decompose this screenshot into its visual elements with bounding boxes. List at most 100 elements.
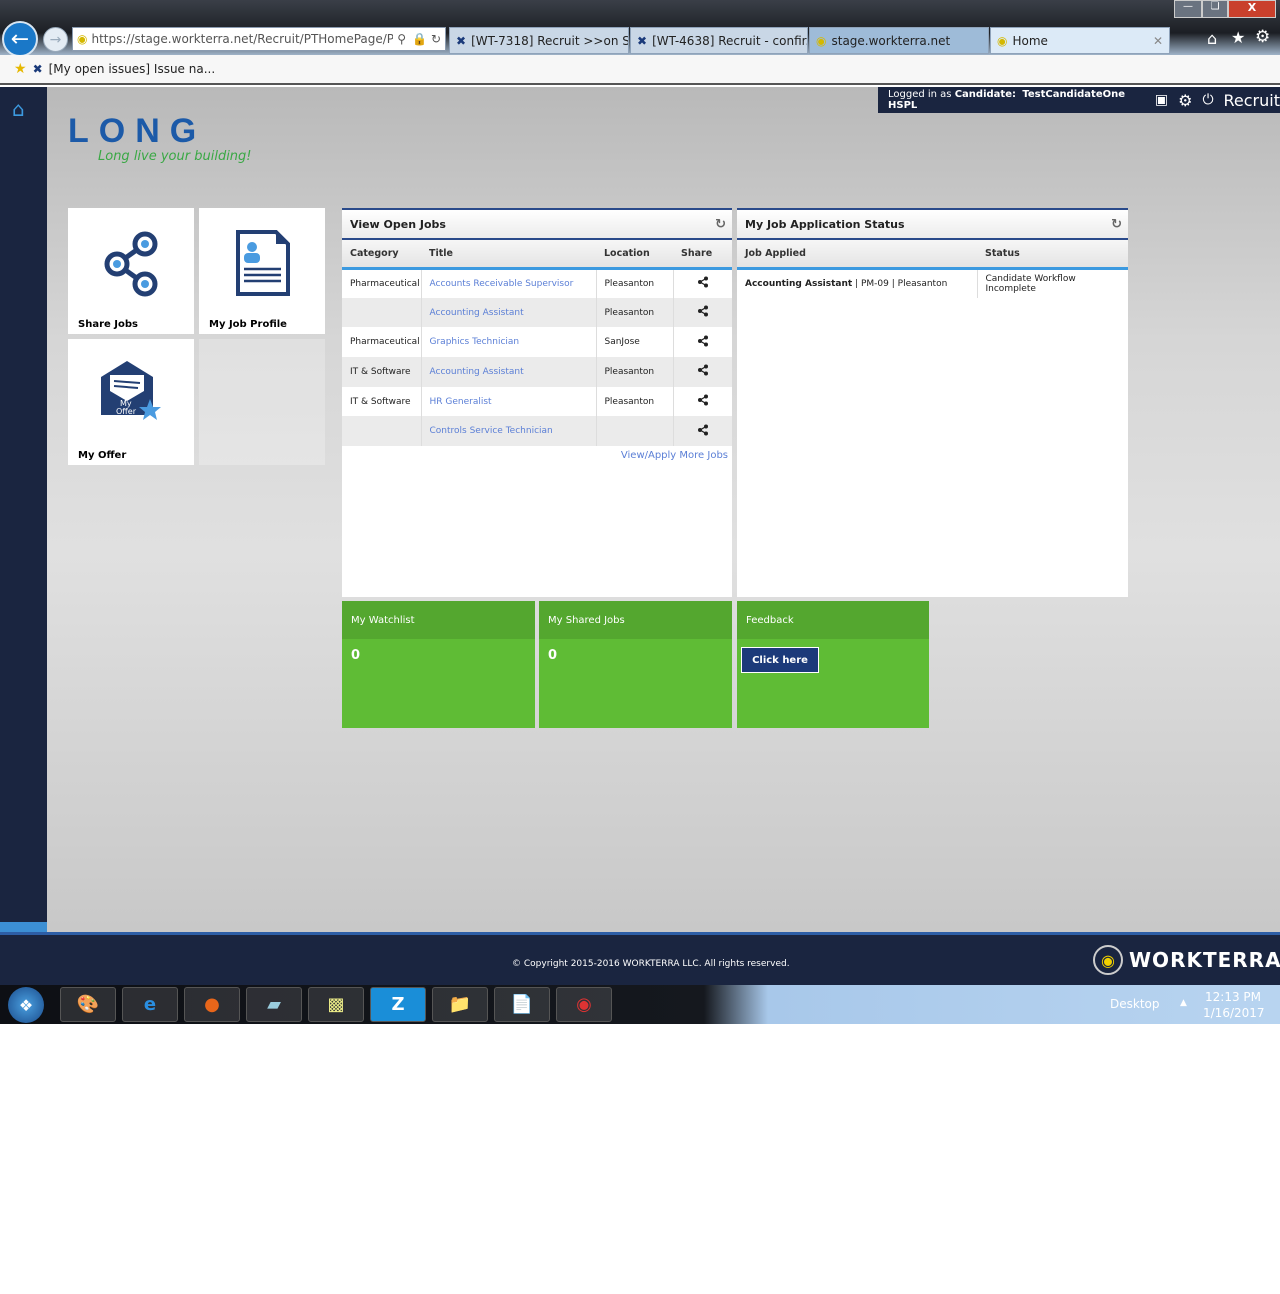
table-row: Pharmaceutical Graphics Technician SanJo… <box>342 327 732 358</box>
svg-text:Offer: Offer <box>116 407 137 416</box>
rail-accent <box>0 922 47 932</box>
table-row: Accounting Assistant | PM-09 | Pleasanto… <box>737 268 1128 298</box>
table-row: IT & Software HR Generalist Pleasanton <box>342 386 732 417</box>
feedback-click-here-button[interactable]: Click here <box>741 647 819 673</box>
share-icon[interactable] <box>673 357 732 387</box>
settings-gear-icon[interactable]: ⚙ <box>1178 91 1192 110</box>
show-hidden-icons[interactable]: ▲ <box>1180 998 1187 1008</box>
favorite-link[interactable]: [My open issues] Issue na... <box>49 62 216 76</box>
category-cell: Pharmaceutical <box>342 268 422 298</box>
share-jobs-tile[interactable]: Share Jobs <box>68 208 194 334</box>
tab-wt-7318[interactable]: ✖ [WT-7318] Recruit >>on S... <box>449 27 629 54</box>
category-cell <box>342 297 422 328</box>
left-rail: ⌂ <box>0 87 47 932</box>
jira-icon: ✖ <box>32 62 43 76</box>
job-title-link[interactable]: Accounting Assistant <box>421 357 597 387</box>
refresh-icon[interactable]: ↻ <box>715 217 726 232</box>
workterra-logo: ◉ WORKTERRA <box>1093 945 1280 975</box>
add-favorite-icon[interactable]: ★ <box>14 61 27 77</box>
jira-icon: ✖ <box>456 33 467 48</box>
back-button[interactable]: ← <box>2 21 38 57</box>
minimize-button[interactable]: — <box>1174 0 1202 18</box>
refresh-icon[interactable]: ↻ <box>1111 217 1122 232</box>
desktop-toolbar[interactable]: Desktop <box>1110 997 1160 1011</box>
clock-time[interactable]: 12:13 PM <box>1205 990 1261 1004</box>
my-job-profile-tile[interactable]: My Job Profile <box>199 208 325 334</box>
taskbar-ie-icon[interactable]: e <box>122 987 178 1022</box>
share-icon[interactable] <box>673 416 732 447</box>
taskbar-document-icon[interactable]: 📄 <box>494 987 550 1022</box>
forward-button[interactable]: → <box>43 27 68 52</box>
open-jobs-table: Category Title Location Share Pharmaceut… <box>342 240 732 447</box>
jira-icon: ✖ <box>637 33 648 48</box>
power-icon[interactable]: ⏻ <box>1202 92 1213 108</box>
application-status-panel: My Job Application Status ↻ Job Applied St… <box>737 208 1128 597</box>
job-title-link[interactable]: Accounting Assistant <box>421 297 597 328</box>
taskbar-z-icon[interactable]: Z <box>370 987 426 1022</box>
workterra-logo-icon: ◉ <box>1093 945 1123 975</box>
refresh-icon[interactable]: ↻ <box>431 32 441 46</box>
taskbar-sticky-icon[interactable]: ▩ <box>308 987 364 1022</box>
taskbar-explorer-icon[interactable]: 📁 <box>432 987 488 1022</box>
home-icon[interactable]: ⌂ <box>12 97 25 121</box>
table-row: Controls Service Technician <box>342 416 732 447</box>
application-status-table: Job Applied Status Accounting Assistant |… <box>737 240 1128 298</box>
location-cell: Pleasanton <box>596 357 674 387</box>
watchlist-widget[interactable]: My Watchlist 0 <box>342 601 535 728</box>
tab-wt-4638[interactable]: ✖ [WT-4638] Recruit - confir... <box>630 27 808 54</box>
taskbar-chrome-icon[interactable]: ◉ <box>556 987 612 1022</box>
taskbar-firefox-icon[interactable]: ● <box>184 987 240 1022</box>
location-cell: Pleasanton <box>596 386 674 417</box>
location-cell: Pleasanton <box>596 297 674 328</box>
table-row: IT & Software Accounting Assistant Pleas… <box>342 357 732 387</box>
app-name: Recruit <box>1223 90 1280 110</box>
share-icon[interactable] <box>673 268 732 298</box>
taskbar-notes-icon[interactable]: ▰ <box>246 987 302 1022</box>
job-title-link[interactable]: Accounts Receivable Supervisor <box>421 268 597 298</box>
location-cell: SanJose <box>596 327 674 358</box>
close-window-button[interactable]: X <box>1228 0 1276 18</box>
search-icon[interactable]: ⚲ <box>397 32 406 46</box>
close-tab-icon[interactable]: ✕ <box>1153 34 1163 48</box>
job-title-link[interactable]: Graphics Technician <box>421 327 597 358</box>
profile-document-icon <box>236 230 290 296</box>
start-button[interactable]: ❖ <box>8 987 44 1023</box>
login-info: Logged in as Candidate: TestCandidateOne… <box>888 89 1126 111</box>
favorites-bar: ★ ✖ [My open issues] Issue na... <box>0 55 1280 85</box>
table-row: Accounting Assistant Pleasanton <box>342 297 732 328</box>
share-icon[interactable] <box>673 327 732 357</box>
shared-jobs-widget[interactable]: My Shared Jobs 0 <box>539 601 732 728</box>
location-cell <box>596 416 674 447</box>
address-bar[interactable]: ◉ https://stage.workterra.net/Recruit/PT… <box>72 27 446 51</box>
job-title-link[interactable]: Controls Service Technician <box>421 416 597 447</box>
settings-gear-icon[interactable]: ⚙ <box>1255 27 1270 47</box>
browser-titlebar: ← → ◉ https://stage.workterra.net/Recrui… <box>0 0 1280 57</box>
feedback-widget: Feedback Click here <box>737 601 929 728</box>
taskbar-paint-icon[interactable]: 🎨 <box>60 987 116 1022</box>
tab-stage[interactable]: ◉ stage.workterra.net <box>809 27 989 54</box>
open-jobs-panel: View Open Jobs ↻ Category Title Location … <box>342 208 732 597</box>
my-offer-tile[interactable]: My Offer My Offer <box>68 339 194 465</box>
lock-icon: 🔒 <box>411 32 427 46</box>
url-text: https://stage.workterra.net/Recruit/PTHo… <box>91 32 394 46</box>
footer: © Copyright 2015-2016 WORKTERRA LLC. All… <box>0 932 1280 985</box>
view-more-jobs-link[interactable]: View/Apply More Jobs <box>342 446 732 461</box>
share-icon <box>104 231 158 297</box>
category-cell: IT & Software <box>342 386 422 417</box>
watchlist-count: 0 <box>351 648 361 663</box>
panel-header: My Job Application Status ↻ <box>737 210 1128 240</box>
clock-date[interactable]: 1/16/2017 <box>1203 1006 1265 1020</box>
favorites-star-icon[interactable]: ★ <box>1231 28 1245 47</box>
restore-button[interactable]: ❏ <box>1202 0 1228 18</box>
home-icon[interactable]: ⌂ <box>1207 29 1217 48</box>
tab-home[interactable]: ◉ Home ✕ <box>990 27 1170 54</box>
site-icon: ◉ <box>997 33 1008 48</box>
share-icon[interactable] <box>673 297 732 328</box>
package-icon[interactable]: ▣ <box>1155 92 1168 108</box>
offer-envelope-icon: MyOffer <box>101 361 161 420</box>
job-title-link[interactable]: HR Generalist <box>421 386 597 417</box>
panel-header: View Open Jobs ↻ <box>342 210 732 240</box>
shared-jobs-count: 0 <box>548 648 558 663</box>
company-logo: LONG Long live your building! <box>68 112 252 164</box>
share-icon[interactable] <box>673 387 732 417</box>
